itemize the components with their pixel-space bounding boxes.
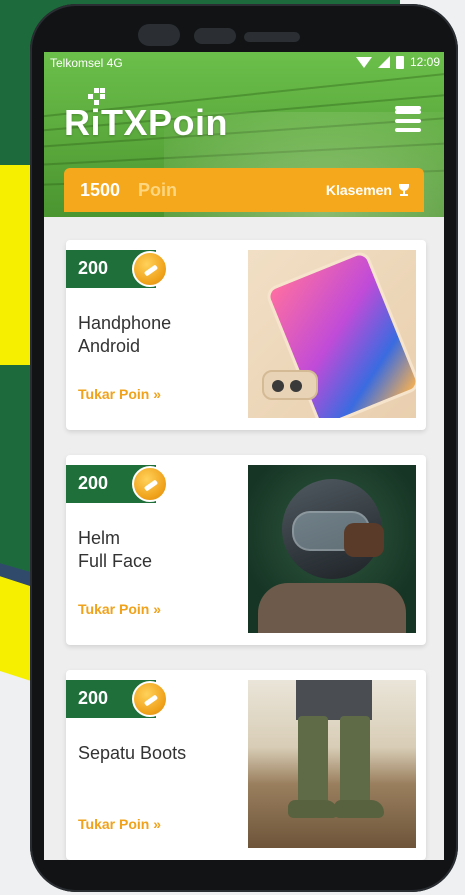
trophy-icon	[398, 184, 410, 196]
price-value: 200	[78, 688, 109, 708]
wifi-icon	[355, 56, 372, 68]
coin-icon	[132, 681, 168, 717]
redeem-button[interactable]: Tukar Poin »	[78, 816, 161, 832]
front-camera	[138, 24, 180, 46]
carrier-label: Telkomsel 4G	[50, 56, 123, 70]
reward-name: Helm Full Face	[78, 528, 153, 571]
reward-card[interactable]: 200 Handphone Android Tukar Poin »	[66, 240, 426, 430]
price-value: 200	[78, 258, 109, 278]
coin-icon	[132, 251, 168, 287]
coin-icon	[132, 466, 168, 502]
battery-icon	[395, 55, 404, 69]
price-value: 200	[78, 473, 109, 493]
points-bar: 1500 Poin Klasemen	[64, 168, 424, 212]
app-header: Telkomsel 4G 12:09 RiTXPoin 1500 Poin Kl…	[44, 52, 444, 217]
reward-name: Handphone Android	[78, 313, 172, 356]
points-unit: Poin	[138, 180, 177, 200]
reward-image-helmet	[248, 465, 416, 633]
reward-card[interactable]: 200 Sepatu Boots Tukar Poin »	[66, 670, 426, 860]
reward-card[interactable]: 200 Helm Full Face Tukar Poin »	[66, 455, 426, 645]
leaderboard-link[interactable]: Klasemen	[326, 182, 410, 198]
menu-button[interactable]	[390, 106, 424, 136]
app-screen: Telkomsel 4G 12:09 RiTXPoin 1500 Poin Kl…	[44, 52, 444, 860]
app-logo: RiTXPoin	[64, 88, 234, 143]
signal-icon	[377, 56, 390, 68]
leaderboard-label: Klasemen	[325, 182, 392, 198]
price-badge: 200	[66, 250, 168, 288]
logo-text: RiTXPoin	[64, 102, 228, 143]
reward-image-boots	[248, 680, 416, 848]
redeem-button[interactable]: Tukar Poin »	[78, 386, 161, 402]
reward-list: 200 Handphone Android Tukar Poin » 200 H…	[44, 217, 444, 860]
reward-image-smartphone	[248, 250, 416, 418]
clock: 12:09	[409, 55, 440, 69]
status-bar: Telkomsel 4G 12:09	[44, 52, 444, 74]
reward-name: Sepatu Boots	[78, 743, 187, 763]
hamburger-menu-icon	[395, 110, 421, 114]
earpiece-speaker	[244, 32, 300, 42]
price-badge: 200	[66, 465, 168, 503]
phone-frame: Telkomsel 4G 12:09 RiTXPoin 1500 Poin Kl…	[30, 4, 458, 892]
sensor	[194, 28, 236, 44]
redeem-button[interactable]: Tukar Poin »	[78, 601, 161, 617]
price-badge: 200	[66, 680, 168, 718]
points-value: 1500	[80, 180, 121, 200]
